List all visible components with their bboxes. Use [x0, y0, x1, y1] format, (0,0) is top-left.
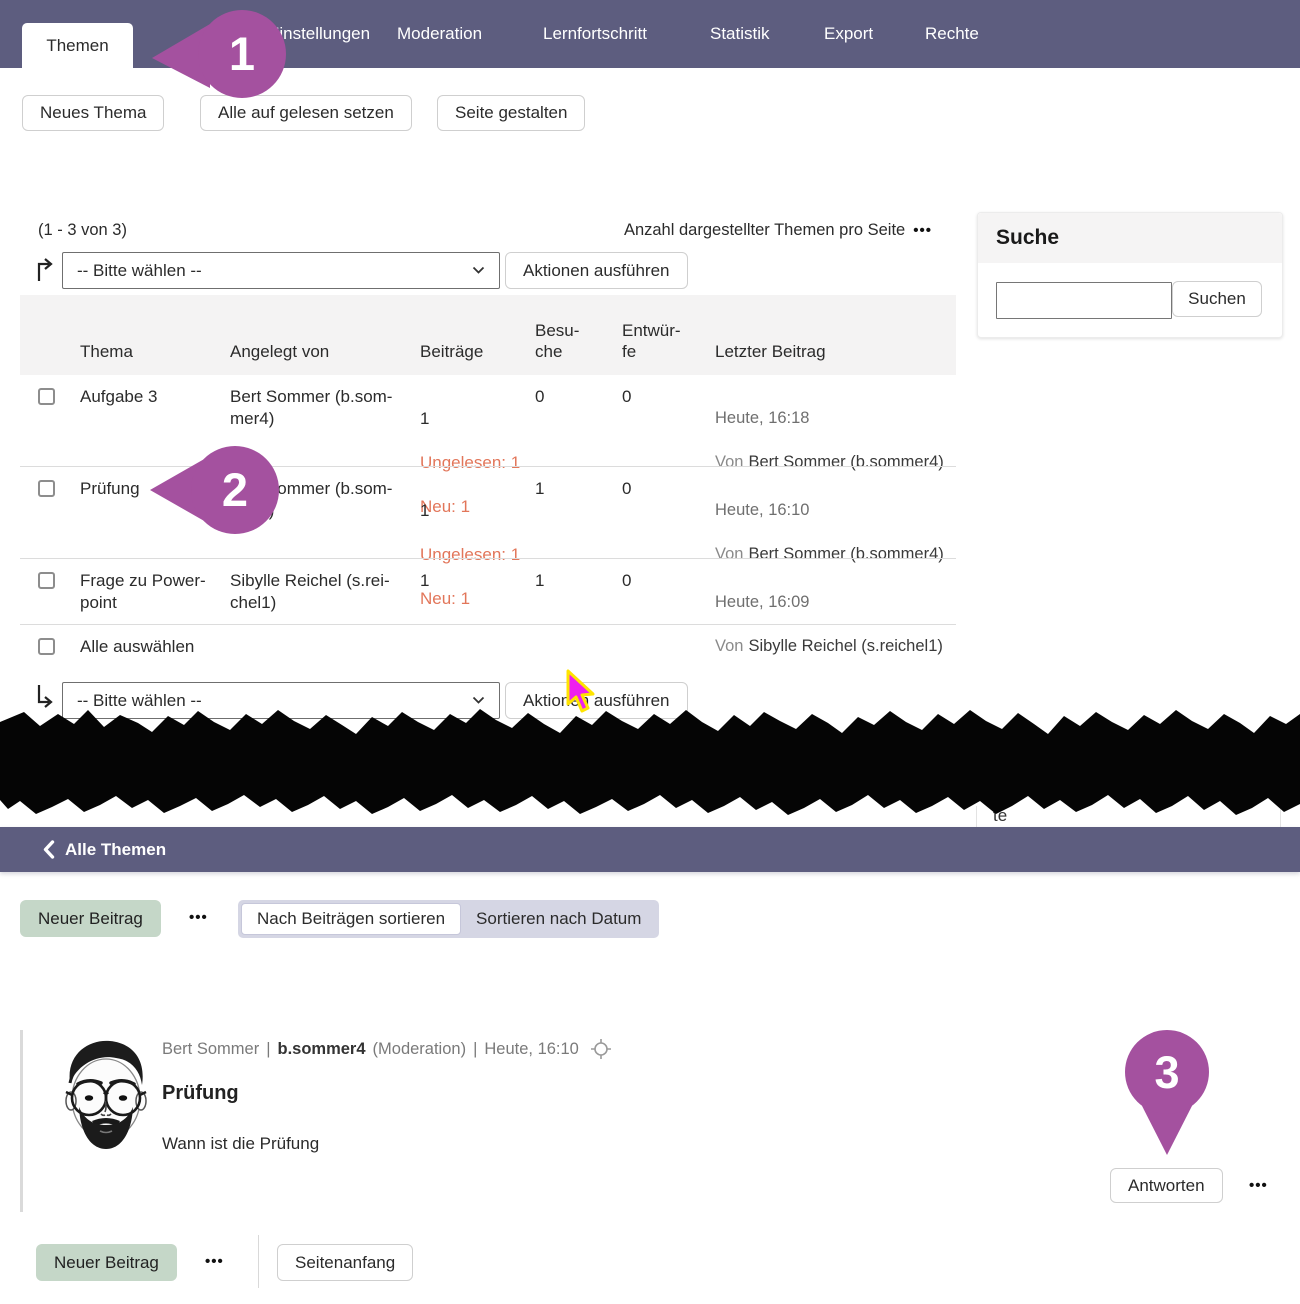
col-letzter-beitrag: Letzter Beitrag — [715, 341, 826, 362]
col-angelegt-von: Angelegt von — [230, 341, 329, 362]
post-role: (Moderation) — [373, 1040, 467, 1059]
visits-cell: 1 — [535, 570, 544, 592]
created-by: Bert Sommer (b.som- mer4) — [230, 478, 410, 522]
svg-text:3: 3 — [1154, 1047, 1179, 1098]
cut-off-panel-edge — [1280, 806, 1281, 827]
select-all-checkbox[interactable] — [38, 638, 55, 655]
chevron-down-icon — [472, 266, 485, 275]
sort-toggle: Nach Beiträgen sortieren Sortieren nach … — [238, 900, 659, 938]
crosshair-icon[interactable] — [590, 1038, 612, 1060]
posts-cell: 1 — [420, 570, 429, 592]
page-top-button[interactable]: Seitenanfang — [277, 1244, 413, 1281]
tab-themen-active[interactable]: Themen — [22, 23, 133, 68]
search-button[interactable]: Suchen — [1172, 281, 1262, 317]
col-entwuerfe: Entwür- fe — [622, 320, 681, 363]
back-to-all-topics[interactable]: Alle Themen — [42, 840, 166, 860]
execute-actions-button-top[interactable]: Aktionen ausführen — [505, 252, 688, 289]
tab-einstellungen[interactable]: Einstellungen — [268, 0, 370, 68]
post-author[interactable]: Bert Sommer — [162, 1040, 259, 1059]
drafts-cell: 0 — [622, 386, 631, 408]
row-checkbox[interactable] — [38, 480, 55, 497]
apply-to-selection-bottom-icon — [34, 684, 56, 710]
forum-page: Einstellungen Moderation Lernfortschritt… — [0, 0, 1300, 1304]
row-divider — [20, 466, 956, 467]
sort-by-posts-segment[interactable]: Nach Beiträgen sortieren — [241, 903, 461, 935]
drafts-cell: 0 — [622, 478, 631, 500]
toolbar-divider — [258, 1235, 259, 1288]
avatar — [52, 1037, 160, 1155]
execute-actions-button-bottom[interactable]: Aktionen ausführen — [505, 682, 688, 719]
new-post-button-top[interactable]: Neuer Beitrag — [20, 900, 161, 937]
unread-count: Ungelesen: 1 — [420, 544, 530, 566]
post-title: Prüfung — [162, 1082, 239, 1105]
topic-action-select-bottom[interactable]: -- Bitte wählen -- — [62, 682, 500, 719]
top-tab-bar: Einstellungen Moderation Lernfortschritt… — [0, 0, 1300, 68]
unread-count: Ungelesen: 1 — [420, 452, 530, 474]
per-page-control[interactable]: Anzahl dargestellter Themen pro Seite ••… — [624, 221, 932, 240]
tab-moderation[interactable]: Moderation — [397, 0, 482, 68]
per-page-label: Anzahl dargestellter Themen pro Seite — [624, 221, 905, 240]
search-input[interactable] — [996, 282, 1172, 319]
post-date: Heute, 16:10 — [484, 1040, 579, 1059]
last-author-link[interactable]: Bert Sommer (b.sommer4) — [748, 453, 943, 471]
post-username: b.sommer4 — [277, 1040, 365, 1059]
post-dots-menu[interactable]: ••• — [1249, 1177, 1268, 1194]
table-row: Prüfung Bert Sommer (b.som- mer4) 1 Unge… — [20, 478, 956, 558]
topic-link[interactable]: Aufgabe 3 — [80, 386, 158, 408]
created-by: Bert Sommer (b.som- mer4) — [230, 386, 410, 430]
mark-all-read-button[interactable]: Alle auf gelesen setzen — [200, 95, 412, 131]
tab-rechte[interactable]: Rechte — [925, 0, 979, 68]
col-beitraege: Beiträge — [420, 341, 483, 362]
cut-off-panel-edge — [976, 806, 977, 827]
table-row: Frage zu Power- point Sibylle Reichel (s… — [20, 570, 956, 624]
table-row: Aufgabe 3 Bert Sommer (b.som- mer4) 1 Un… — [20, 386, 956, 466]
topics-table-header: Thema Angelegt von Beiträge Besu- che En… — [20, 295, 956, 375]
row-checkbox[interactable] — [38, 388, 55, 405]
tab-lernfortschritt[interactable]: Lernfortschritt — [543, 0, 647, 68]
search-panel: Suche Suchen — [977, 212, 1283, 338]
new-post-dots-menu-top[interactable]: ••• — [189, 909, 208, 926]
last-author-link[interactable]: Sibylle Reichel (s.reichel1) — [748, 637, 942, 655]
select-all-label: Alle auswählen — [80, 637, 194, 657]
chevron-left-icon — [42, 840, 55, 859]
design-page-button[interactable]: Seite gestalten — [437, 95, 585, 131]
tab-statistik[interactable]: Statistik — [710, 0, 770, 68]
created-by: Sibylle Reichel (s.rei- chel1) — [230, 570, 410, 614]
last-author-link[interactable]: Bert Sommer (b.sommer4) — [748, 545, 943, 563]
col-thema: Thema — [80, 341, 133, 362]
topic-link[interactable]: Frage zu Power- point — [80, 570, 210, 614]
new-topic-button[interactable]: Neues Thema — [22, 95, 164, 131]
per-page-dots-menu[interactable]: ••• — [913, 222, 932, 239]
apply-to-selection-top-icon — [34, 256, 56, 282]
chevron-down-icon — [472, 696, 485, 705]
row-checkbox[interactable] — [38, 572, 55, 589]
row-divider — [20, 624, 956, 625]
visits-cell: 0 — [535, 386, 544, 408]
result-range-label: (1 - 3 von 3) — [38, 221, 127, 240]
new-post-button-bottom[interactable]: Neuer Beitrag — [36, 1244, 177, 1281]
cut-off-text-fragment: te — [993, 806, 1007, 826]
visits-cell: 1 — [535, 478, 544, 500]
topic-link[interactable]: Prüfung — [80, 478, 140, 500]
reply-button[interactable]: Antworten — [1110, 1168, 1223, 1203]
callout-marker-3: 3 — [1122, 1028, 1218, 1158]
thread-indent-line — [20, 1030, 23, 1212]
sort-by-date-segment[interactable]: Sortieren nach Datum — [461, 903, 656, 935]
col-besuche: Besu- che — [535, 320, 579, 363]
tab-export[interactable]: Export — [824, 0, 873, 68]
row-divider — [20, 558, 956, 559]
topic-action-select-top[interactable]: -- Bitte wählen -- — [62, 252, 500, 289]
search-panel-title: Suche — [978, 213, 1282, 263]
post-body: Wann ist die Prüfung — [162, 1134, 319, 1154]
torn-edge-separator — [0, 0, 1300, 1304]
new-post-dots-menu-bottom[interactable]: ••• — [205, 1253, 224, 1270]
post-meta-line: Bert Sommer | b.sommer4 (Moderation) | H… — [162, 1038, 612, 1060]
drafts-cell: 0 — [622, 570, 631, 592]
thread-header-bar: Alle Themen — [0, 827, 1300, 872]
